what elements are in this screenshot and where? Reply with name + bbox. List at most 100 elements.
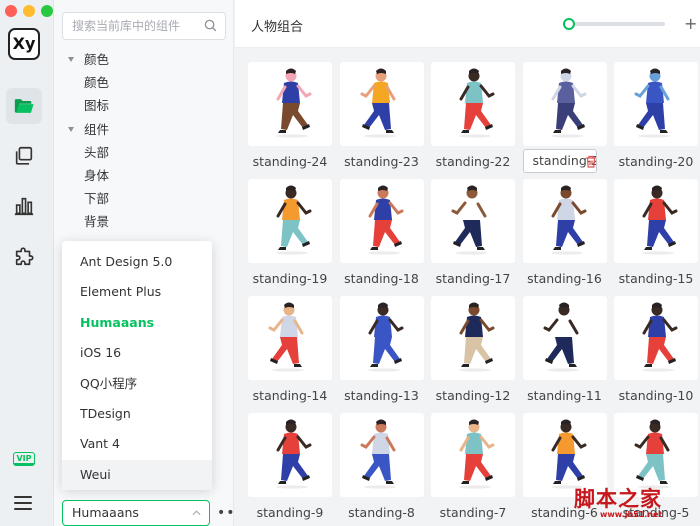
dropdown-option[interactable]: Element Plus	[62, 277, 212, 307]
library-select[interactable]: Humaaans	[62, 500, 210, 526]
component-card[interactable]: standing-7	[431, 413, 515, 522]
person-illustration-icon	[550, 419, 586, 489]
component-card[interactable]: standing-19	[248, 179, 332, 288]
minimize-window-button[interactable]	[23, 5, 35, 17]
rail-chart-button[interactable]	[6, 188, 42, 224]
component-card[interactable]: standing-24	[248, 62, 332, 171]
tree-label: 图标	[84, 98, 110, 114]
rail-plugin-button[interactable]	[6, 238, 42, 274]
caret-down-icon[interactable]	[68, 126, 74, 132]
zoom-slider[interactable]	[563, 18, 665, 30]
person-illustration-icon	[367, 302, 403, 372]
card-thumbnail[interactable]	[614, 179, 698, 263]
person-illustration-icon	[550, 185, 586, 255]
component-card[interactable]: standing-14	[248, 296, 332, 405]
tree-group-colors[interactable]: 颜色	[54, 48, 234, 71]
card-thumbnail[interactable]	[248, 413, 332, 497]
component-card[interactable]: standing-13	[339, 296, 424, 405]
card-thumbnail[interactable]	[339, 413, 424, 497]
watermark: 脚本之家 www.jb51.net	[574, 483, 700, 526]
dropdown-option[interactable]: QQ小程序	[62, 369, 212, 399]
hamburger-menu-icon[interactable]	[14, 492, 32, 514]
component-card[interactable]: standing-11	[522, 296, 607, 405]
component-card[interactable]: standing-22	[431, 62, 515, 171]
card-name: standing-22	[435, 154, 511, 169]
person-illustration-icon	[459, 302, 495, 372]
close-window-button[interactable]	[5, 5, 17, 17]
watermark-title: 脚本之家	[574, 486, 662, 511]
person-illustration-icon	[268, 302, 304, 372]
dropdown-option-hovered[interactable]: Weui	[62, 459, 212, 491]
maximize-window-button[interactable]	[41, 5, 53, 17]
person-illustration-icon	[276, 419, 312, 489]
card-thumbnail[interactable]	[522, 179, 607, 263]
tree-group-components[interactable]: 组件	[54, 118, 234, 141]
component-card[interactable]: standing-17	[431, 179, 515, 288]
person-illustration-icon	[276, 185, 312, 255]
dropdown-option[interactable]: Vant 4	[62, 429, 212, 459]
card-thumbnail[interactable]	[614, 62, 698, 146]
tree-item-background[interactable]: 背景	[54, 210, 234, 233]
page-title: 人物组合	[251, 20, 304, 35]
card-thumbnail[interactable]	[248, 62, 332, 146]
card-name: standing-17	[435, 271, 511, 286]
card-thumbnail[interactable]	[431, 179, 515, 263]
zoom-slider-thumb[interactable]	[563, 18, 575, 30]
rail-library-button[interactable]	[6, 88, 42, 124]
dropdown-option-selected[interactable]: Humaaans	[62, 308, 212, 338]
trash-icon[interactable]	[585, 155, 597, 168]
component-card[interactable]: standing-9	[248, 413, 332, 522]
left-rail: Xy VIP	[0, 0, 54, 526]
component-card[interactable]: standing-12	[431, 296, 515, 405]
card-thumbnail[interactable]	[248, 179, 332, 263]
card-thumbnail[interactable]	[431, 413, 515, 497]
card-thumbnail[interactable]	[522, 62, 607, 146]
search-icon[interactable]	[204, 19, 217, 32]
app-logo: Xy	[8, 28, 40, 60]
library-select-value: Humaaans	[72, 505, 139, 520]
card-thumbnail[interactable]	[431, 62, 515, 146]
caret-down-icon[interactable]	[68, 57, 74, 62]
zoom-slider-track[interactable]	[569, 22, 665, 26]
card-name: standing-24	[252, 154, 328, 169]
tree-item-body[interactable]: 身体	[54, 164, 234, 187]
card-thumbnail[interactable]	[522, 296, 607, 380]
tree-item-icons[interactable]: 图标	[54, 94, 234, 117]
person-illustration-icon	[634, 419, 670, 489]
copy-icon	[15, 146, 33, 165]
component-card[interactable]: standing-8	[339, 413, 424, 522]
dropdown-option[interactable]: TDesign	[62, 399, 212, 429]
component-card[interactable]: standing-18	[339, 179, 424, 288]
person-illustration-icon	[360, 419, 396, 489]
tree-item-head[interactable]: 头部	[54, 141, 234, 164]
person-illustration-icon	[634, 68, 670, 138]
tree-label: 背景	[84, 214, 110, 230]
dropdown-option[interactable]: iOS 16	[62, 338, 212, 368]
add-button[interactable]: +	[684, 14, 697, 33]
tree-item-bottom[interactable]: 下部	[54, 187, 234, 210]
vip-badge[interactable]: VIP	[13, 452, 35, 466]
card-name: standing-11	[527, 388, 602, 403]
component-card[interactable]: standing-20	[614, 62, 698, 171]
person-illustration-icon	[276, 68, 312, 138]
card-thumbnail[interactable]	[339, 296, 424, 380]
card-thumbnail[interactable]	[339, 62, 424, 146]
component-card[interactable]: standing-15	[614, 179, 698, 288]
search-input[interactable]	[63, 13, 199, 39]
card-name: standing-8	[348, 505, 415, 520]
folder-open-icon	[14, 99, 34, 113]
card-name: standing-9	[256, 505, 324, 520]
rail-copy-button[interactable]	[6, 138, 42, 174]
tree-item-colors[interactable]: 颜色	[54, 71, 234, 94]
dropdown-option[interactable]: Ant Design 5.0	[62, 247, 212, 277]
person-illustration-icon	[543, 302, 579, 372]
component-card[interactable]: standing-16	[522, 179, 607, 288]
component-card[interactable]: standing-10	[614, 296, 698, 405]
puzzle-icon	[15, 247, 34, 266]
card-thumbnail[interactable]	[248, 296, 332, 380]
component-card[interactable]: standing-23	[339, 62, 424, 171]
card-thumbnail[interactable]	[339, 179, 424, 263]
card-thumbnail[interactable]	[614, 296, 698, 380]
card-thumbnail[interactable]	[431, 296, 515, 380]
person-illustration-icon	[459, 68, 495, 138]
